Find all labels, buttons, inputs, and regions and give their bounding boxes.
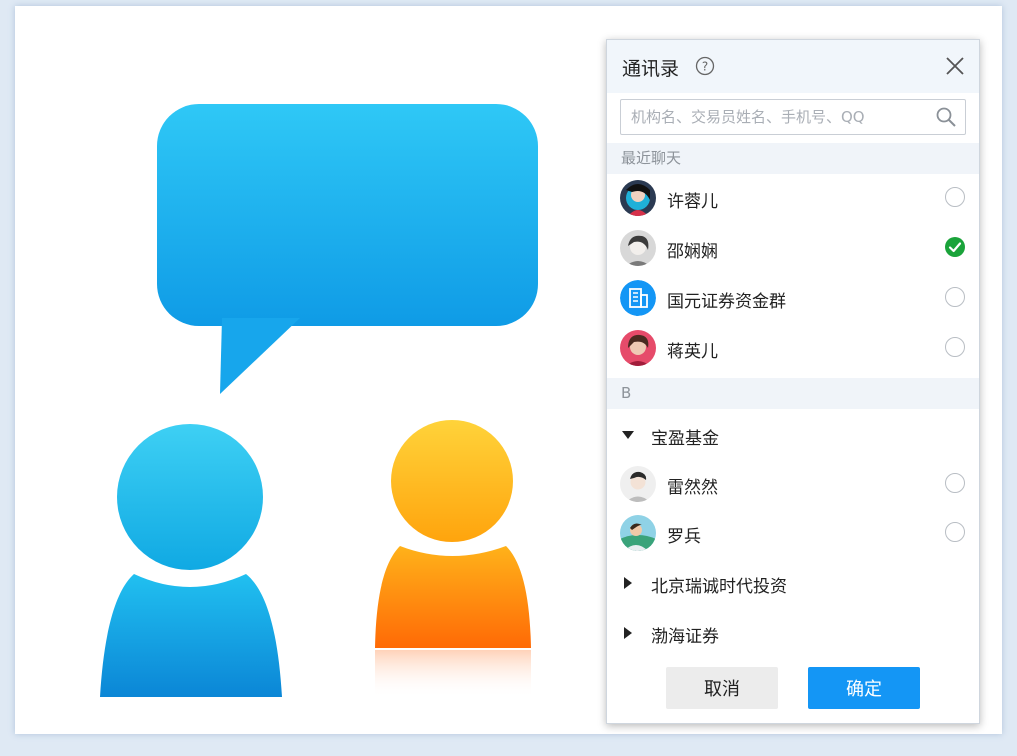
avatar [620,330,656,366]
select-radio[interactable] [945,287,965,307]
recent-section-header: 最近聊天 [607,143,979,174]
avatar [620,466,656,502]
group-row-collapsed[interactable]: 渤海证券 [607,609,979,655]
close-icon[interactable] [943,54,967,78]
person-orange-icon [375,420,531,698]
contact-row[interactable]: 国元证券资金群 [607,274,979,322]
select-radio[interactable] [945,522,965,542]
contact-row[interactable]: 许蓉儿 [607,174,979,222]
group-building-icon [620,280,656,316]
contact-row[interactable]: 雷然然 [607,460,979,508]
group-name: 渤海证券 [651,627,719,647]
cancel-button[interactable]: 取消 [666,667,778,709]
dialog-title: 通讯录 [622,58,680,80]
contact-name: 蒋英儿 [667,342,718,362]
select-radio[interactable] [945,473,965,493]
dialog-header: 通讯录 ? [607,40,979,93]
contact-name: 邵娴娴 [667,242,718,262]
triangle-right-icon[interactable] [621,626,635,640]
group-name: 宝盈基金 [651,429,719,449]
contact-name: 许蓉儿 [667,192,718,212]
checkmark-icon[interactable] [944,236,966,258]
contact-name: 国元证券资金群 [667,292,786,312]
avatar [620,180,656,216]
group-row-expanded[interactable]: 宝盈基金 [607,411,979,457]
avatar [620,230,656,266]
person-blue-icon [100,424,282,697]
select-radio[interactable] [945,337,965,357]
avatar [620,515,656,551]
speech-bubble-icon [157,104,538,394]
search-icon[interactable] [935,106,957,128]
group-row-collapsed[interactable]: 北京瑞诚时代投资 [607,559,979,605]
search-input[interactable] [621,100,931,134]
confirm-button[interactable]: 确定 [808,667,920,709]
contact-row[interactable]: 蒋英儿 [607,324,979,372]
select-radio[interactable] [945,187,965,207]
contact-row[interactable]: 邵娴娴 [607,224,979,272]
search-box [620,99,966,135]
contacts-dialog: 通讯录 ? 最近聊天 许蓉儿 [606,39,980,724]
contact-row[interactable]: 罗兵 [607,509,979,557]
letter-section-header: B [607,378,979,409]
contact-name: 雷然然 [667,478,718,498]
svg-text:?: ? [702,60,708,74]
group-name: 北京瑞诚时代投资 [651,577,787,597]
help-icon[interactable]: ? [695,56,715,76]
triangle-down-icon[interactable] [621,428,635,442]
contact-name: 罗兵 [667,527,701,547]
triangle-right-icon[interactable] [621,576,635,590]
